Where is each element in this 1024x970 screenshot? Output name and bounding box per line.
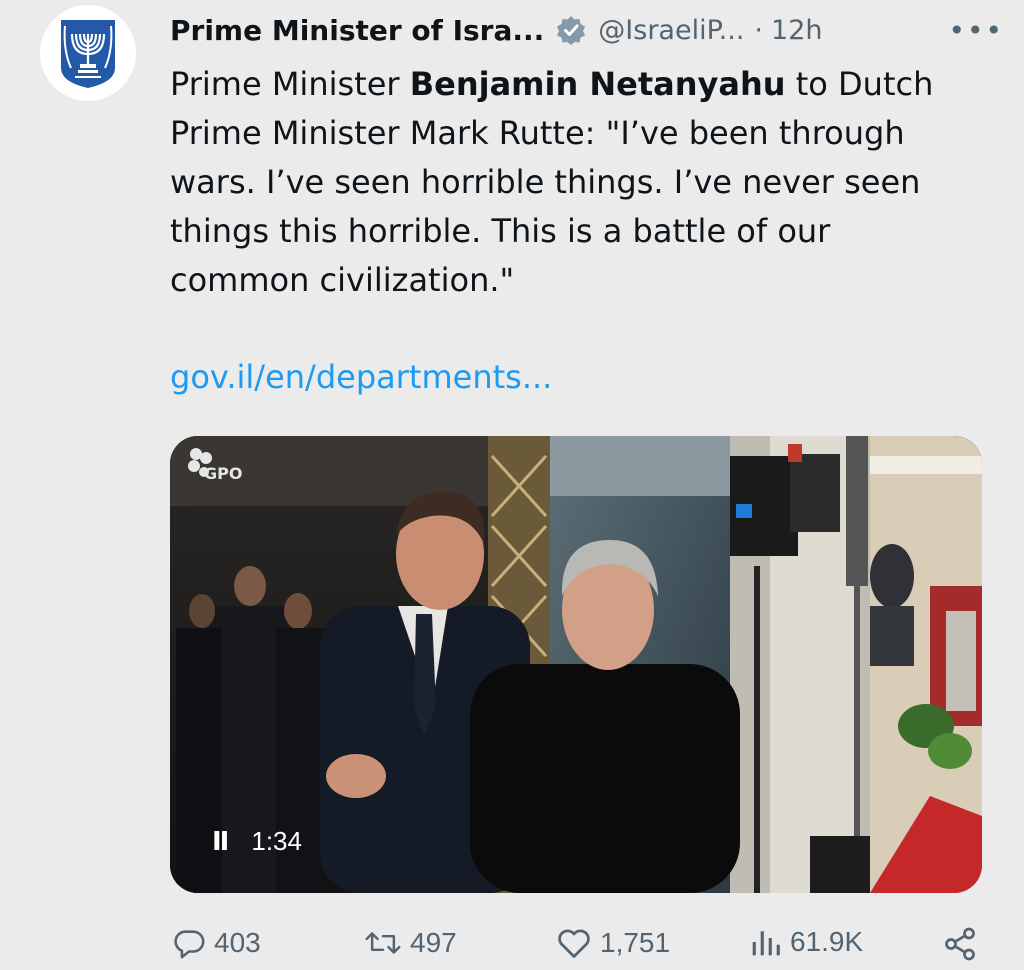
views-button[interactable]: 61.9K [750, 926, 863, 958]
more-options-icon[interactable]: ••• [948, 14, 1004, 47]
avatar[interactable] [40, 5, 136, 101]
video-frame [170, 436, 982, 893]
tweet-time[interactable]: 12h [771, 15, 822, 46]
tweet-header: Prime Minister of Isra... @IsraeliP... ·… [170, 8, 1004, 52]
tweet-actions: 403 497 1,751 61.9K [170, 926, 982, 970]
like-count: 1,751 [600, 927, 671, 958]
reply-icon [174, 930, 205, 959]
reply-button[interactable]: 403 [172, 926, 261, 960]
repost-icon [365, 932, 401, 954]
share-icon [945, 927, 975, 961]
video-controls: II 1:34 [212, 826, 302, 857]
tweet-text: Prime Minister Benjamin Netanyahu to Dut… [170, 60, 970, 305]
views-count: 61.9K [790, 926, 864, 957]
share-button[interactable] [942, 926, 986, 962]
pause-icon[interactable]: II [212, 827, 229, 857]
tweet-text-mention: Benjamin Netanyahu [409, 65, 786, 103]
author-name[interactable]: Prime Minister of Isra... [170, 14, 544, 47]
emblem-of-israel-icon [61, 20, 115, 88]
verified-badge-icon[interactable] [556, 15, 586, 45]
tweet-text-start: Prime Minister [170, 65, 410, 103]
heart-icon [558, 929, 590, 958]
tweet-link[interactable]: gov.il/en/departments... [170, 358, 552, 396]
like-button[interactable]: 1,751 [556, 926, 670, 960]
repost-count: 497 [410, 927, 457, 958]
views-chart-icon [752, 931, 780, 956]
repost-button[interactable]: 497 [364, 926, 457, 960]
separator-dot: · [754, 14, 764, 46]
reply-count: 403 [214, 927, 261, 958]
video-player[interactable]: GPO II 1:34 [170, 436, 982, 893]
author-handle[interactable]: @IsraeliP... [598, 15, 744, 46]
gpo-watermark: GPO [204, 464, 243, 483]
video-duration: 1:34 [251, 826, 302, 856]
